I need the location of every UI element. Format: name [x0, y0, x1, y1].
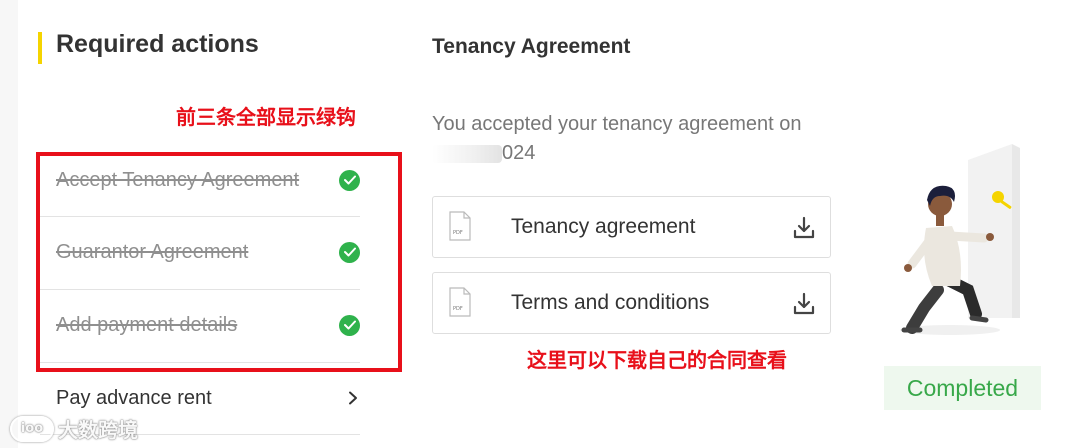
action-item-label: Pay advance rent — [56, 386, 212, 409]
pdf-icon: PDF — [449, 211, 471, 241]
chevron-right-icon — [346, 391, 360, 405]
redacted-date — [432, 144, 502, 163]
accepted-message-line1: You accepted your tenancy agreement on — [432, 113, 802, 135]
document-label: Tenancy agreement — [511, 215, 696, 238]
annotation-highlight-box — [36, 152, 402, 372]
watermark-logo: ioo — [10, 415, 54, 442]
document-card-tenancy-agreement[interactable]: PDF Tenancy agreement — [432, 196, 831, 258]
document-label: Terms and conditions — [511, 291, 710, 314]
watermark-text: 大数跨境 — [58, 418, 138, 442]
download-icon[interactable] — [792, 292, 816, 316]
status-badge-completed: Completed — [884, 366, 1041, 410]
annotation-green-checks: 前三条全部显示绿钩 — [176, 105, 356, 129]
tenancy-agreement-title: Tenancy Agreement — [432, 35, 631, 58]
svg-text:PDF: PDF — [453, 306, 463, 312]
accepted-date-visible: 024 — [502, 142, 536, 164]
document-card-terms[interactable]: PDF Terms and conditions — [432, 272, 831, 334]
required-actions-title: Required actions — [56, 30, 259, 58]
accepted-message: You accepted your tenancy agreement on 0… — [432, 110, 832, 168]
download-icon[interactable] — [792, 216, 816, 240]
annotation-download-hint: 这里可以下载自己的合同查看 — [527, 348, 787, 372]
pdf-icon: PDF — [449, 287, 471, 317]
watermark: ioo 大数跨境 — [10, 414, 138, 443]
person-with-key-illustration — [900, 144, 1020, 335]
title-accent-bar — [38, 32, 42, 64]
svg-text:PDF: PDF — [453, 230, 463, 236]
